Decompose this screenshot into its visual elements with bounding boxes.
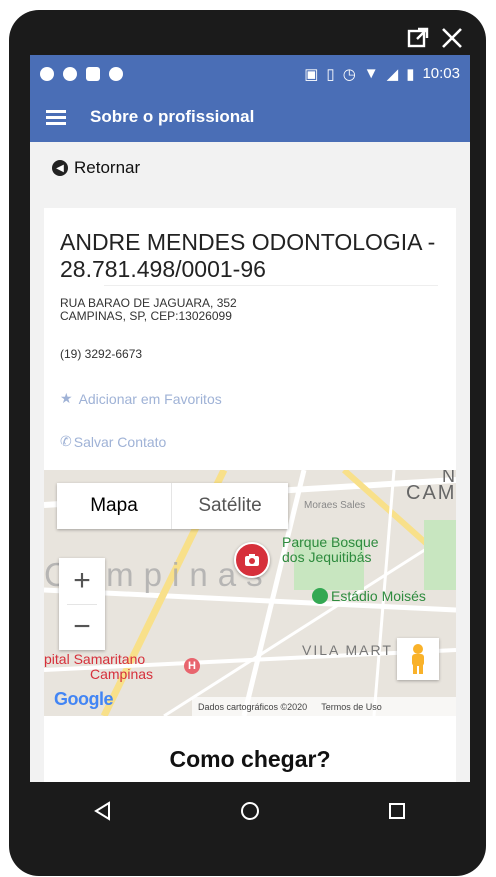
phone-icon: ✆ (60, 433, 72, 449)
map[interactable]: CAM N Moraes Sales Campinas Parque Bosqu… (44, 470, 456, 716)
divider (104, 285, 438, 286)
location-pin-icon[interactable] (234, 542, 270, 578)
back-label: Retornar (74, 158, 141, 177)
gallery-icon (86, 66, 100, 81)
star-icon: ★ (60, 390, 73, 406)
how-to-get-heading: Como chegar? (169, 746, 331, 772)
map-type-satellite-button[interactable]: Satélite (172, 483, 288, 529)
map-type-control: Mapa Satélite (57, 483, 288, 529)
add-favorites-label: Adicionar em Favoritos (78, 390, 222, 407)
android-nav-bar (30, 782, 470, 844)
battery-icon: ▮ (406, 65, 415, 83)
close-icon[interactable] (440, 26, 464, 50)
menu-icon[interactable] (46, 110, 66, 125)
cast-icon: ▣ (304, 65, 319, 83)
map-label-n: N (442, 470, 455, 486)
hospital-icon: H (184, 658, 200, 674)
zoom-out-button[interactable]: − (59, 604, 105, 650)
map-label-park: Parque Bosque dos Jequitibás (282, 534, 379, 565)
map-label-stadium: Estádio Moisés (312, 588, 426, 604)
spotify-icon (109, 66, 123, 81)
clock: 10:03 (422, 65, 460, 82)
street-view-pegman-icon[interactable] (397, 638, 439, 680)
google-logo: Google (54, 689, 114, 709)
open-external-icon[interactable] (406, 26, 430, 50)
company-name: ANDRE MENDES ODONTOLOGIA - 28.781.498/00… (60, 229, 436, 282)
app-bar: Sobre o profissional (30, 92, 470, 142)
back-link[interactable]: ◀ Retornar (30, 142, 470, 194)
page-title: Sobre o profissional (90, 107, 255, 126)
back-nav-icon[interactable] (92, 800, 114, 827)
stadium-icon (312, 588, 328, 604)
vibrate-icon: ▯ (326, 65, 335, 83)
window-controls (406, 26, 464, 50)
save-contact-label: Salvar Contato (73, 433, 167, 450)
map-footer: Dados cartográficos ©2020 Termos de Uso (192, 697, 456, 716)
recents-nav-icon[interactable] (386, 800, 408, 827)
address: RUA BARAO DE JAGUARA, 352 CAMPINAS, SP, … (60, 297, 237, 323)
address-line-2: CAMPINAS, SP, CEP:13026099 (60, 309, 232, 323)
notification-icons (40, 66, 123, 81)
signal-icon: ◢ (386, 65, 399, 83)
home-nav-icon[interactable] (239, 800, 261, 827)
status-bar: ▣ ▯ ◷ ▼ ◢ ▮ 10:03 (30, 55, 470, 92)
zoom-control: + − (59, 558, 105, 650)
phone-number[interactable]: (19) 3292-6673 (60, 347, 142, 361)
add-favorites-link[interactable]: ★ Adicionar em Favoritos (60, 390, 222, 407)
eye-icon (63, 66, 77, 81)
zoom-divider (67, 604, 97, 605)
system-icons: ▣ ▯ ◷ ▼ ◢ ▮ 10:03 (304, 65, 460, 83)
map-type-map-button[interactable]: Mapa (57, 483, 172, 529)
map-label-hospital: pital Samaritano Campinas (44, 651, 154, 682)
map-terms-link[interactable]: Termos de Uso (321, 702, 382, 712)
back-arrow-icon: ◀ (52, 160, 68, 176)
zoom-in-button[interactable]: + (59, 558, 105, 604)
save-contact-link[interactable]: ✆ Salvar Contato (60, 433, 166, 450)
alarm-icon: ◷ (342, 65, 356, 83)
professional-card: ANDRE MENDES ODONTOLOGIA - 28.781.498/00… (44, 208, 456, 782)
map-label-vila: VILA MART (302, 642, 393, 658)
facebook-icon (40, 66, 54, 81)
map-label-street: Moraes Sales (304, 500, 366, 511)
app-screen: ▣ ▯ ◷ ▼ ◢ ▮ 10:03 Sobre o profissional ◀… (30, 55, 470, 782)
wifi-icon: ▼ (363, 65, 379, 82)
map-data-attribution[interactable]: Dados cartográficos ©2020 (198, 702, 307, 712)
